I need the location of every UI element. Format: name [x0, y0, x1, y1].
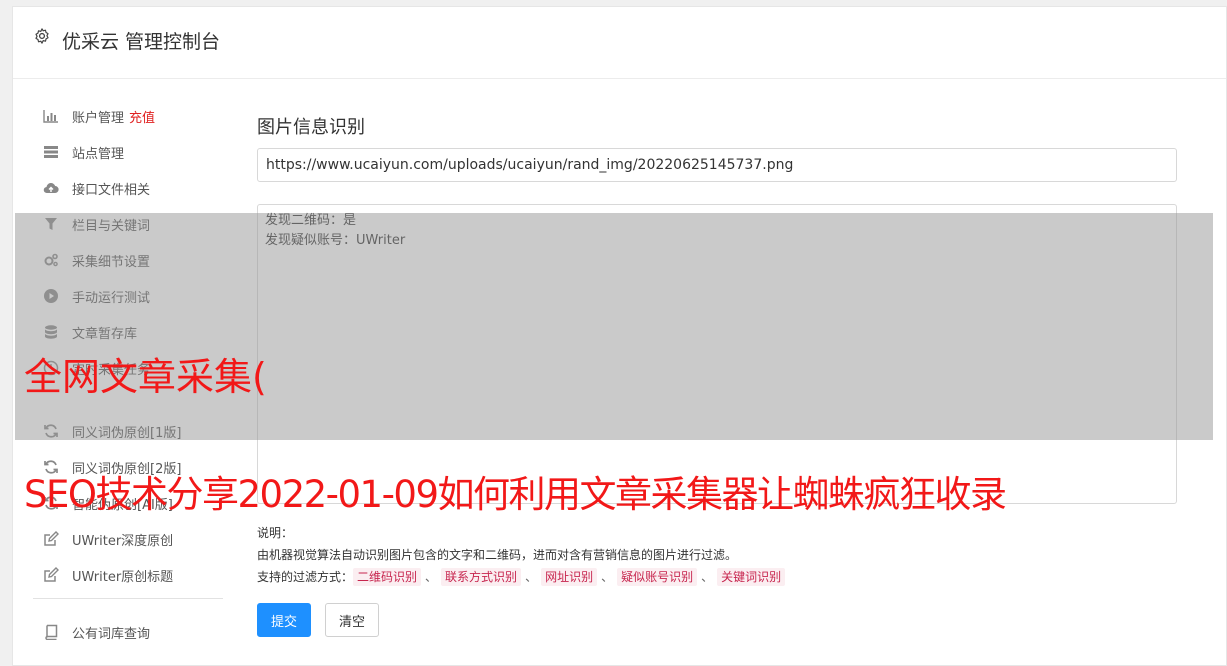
sidebar-item-label: 接口文件相关	[72, 182, 151, 198]
notes-section: 说明： 由机器视觉算法自动识别图片包含的文字和二维码，进而对含有营销信息的图片进…	[257, 522, 786, 588]
sidebar-item-label: UWriter原创标题	[72, 569, 174, 585]
image-url-input[interactable]	[257, 148, 1177, 182]
clear-button[interactable]: 清空	[325, 603, 379, 637]
sidebar-item-label: 公有词库查询	[72, 626, 151, 642]
server-icon	[44, 146, 58, 158]
page-header: 优采云 管理控制台	[13, 7, 1226, 79]
sidebar-divider	[33, 598, 223, 599]
filters-label: 支持的过滤方式：	[257, 570, 354, 584]
book-icon	[45, 624, 58, 640]
notes-text: 由机器视觉算法自动识别图片包含的文字和二维码，进而对含有营销信息的图片进行过滤。	[257, 548, 738, 562]
filter-separator: 、	[525, 570, 538, 584]
bar-chart-icon	[43, 110, 58, 123]
filter-tag-qrcode: 二维码识别	[353, 568, 422, 586]
section-title: 图片信息识别	[257, 117, 365, 138]
recharge-link[interactable]: 充值	[129, 107, 155, 126]
notes-label: 说明：	[257, 526, 294, 540]
sidebar-item-account[interactable]: 账户管理 充值	[43, 105, 155, 127]
sidebar-item-label: UWriter深度原创	[72, 533, 174, 549]
filter-separator: 、	[701, 570, 714, 584]
gear-icon	[35, 28, 49, 44]
sidebar-item-public-lexicon[interactable]: 公有词库查询	[43, 621, 150, 643]
filter-separator: 、	[425, 570, 438, 584]
sidebar-item-sites[interactable]: 站点管理	[43, 141, 124, 163]
page-title: 优采云 管理控制台	[62, 31, 221, 53]
submit-button[interactable]: 提交	[257, 603, 311, 637]
filter-separator: 、	[601, 570, 614, 584]
sidebar-item-interface-files[interactable]: 接口文件相关	[43, 177, 150, 199]
watermark-overlay	[15, 213, 1213, 440]
sidebar-item-uwriter-title[interactable]: UWriter原创标题	[43, 564, 173, 586]
edit-icon	[44, 531, 59, 546]
overlay-caption-line1: 全网文章采集(	[24, 355, 267, 399]
filter-tag-url: 网址识别	[541, 568, 598, 586]
cloud-upload-icon	[43, 183, 59, 194]
sidebar-item-label: 站点管理	[72, 146, 125, 162]
sidebar-item-uwriter-deep[interactable]: UWriter深度原创	[43, 528, 173, 550]
filter-tag-contact: 联系方式识别	[441, 568, 522, 586]
filter-tag-account: 疑似账号识别	[617, 568, 698, 586]
edit-icon	[44, 567, 59, 582]
filters-row: 支持的过滤方式： 二维码识别、联系方式识别、网址识别、疑似账号识别、关键词识别	[257, 566, 786, 588]
overlay-caption-line2: SEO技术分享2022-01-09如何利用文章采集器让蜘蛛疯狂收录	[24, 473, 1007, 516]
sidebar-item-label: 账户管理	[72, 110, 125, 126]
filter-tag-keyword: 关键词识别	[717, 568, 786, 586]
